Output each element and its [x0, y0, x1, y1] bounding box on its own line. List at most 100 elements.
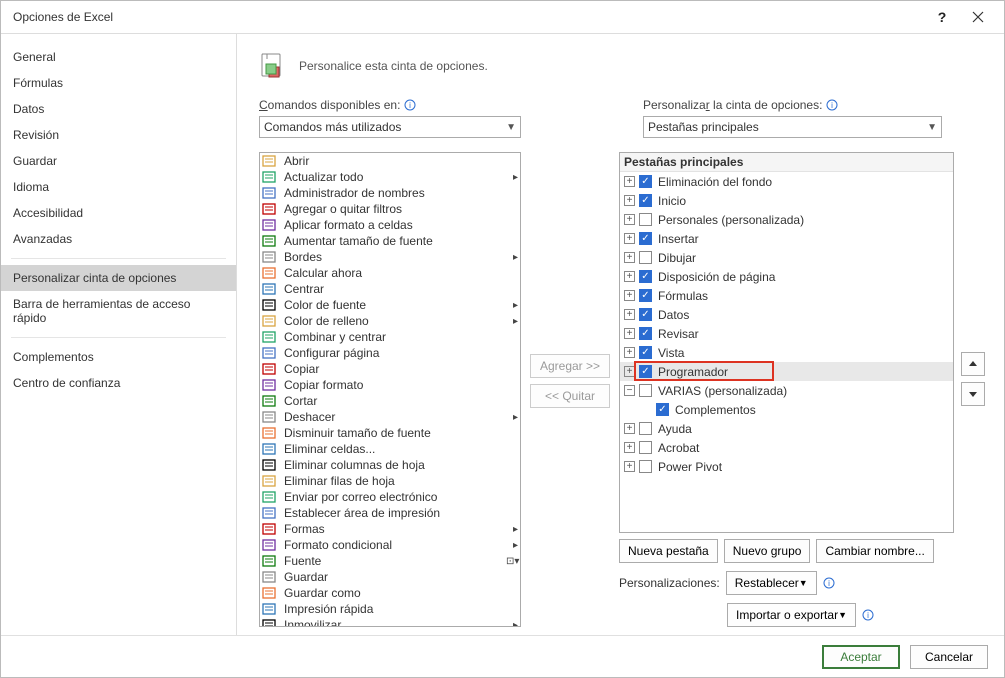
- command-item[interactable]: Cortar: [260, 393, 520, 409]
- checkbox[interactable]: [639, 270, 652, 283]
- expander-icon[interactable]: +: [624, 233, 635, 244]
- tree-item[interactable]: + Vista: [620, 343, 953, 362]
- tree-item[interactable]: + Inicio: [620, 191, 953, 210]
- tree-item[interactable]: + Fórmulas: [620, 286, 953, 305]
- checkbox[interactable]: [639, 365, 652, 378]
- info-icon[interactable]: i: [862, 609, 874, 621]
- sidebar-item[interactable]: Complementos: [1, 344, 236, 370]
- command-item[interactable]: Fuente ⊡▾: [260, 553, 520, 569]
- checkbox[interactable]: [639, 422, 652, 435]
- sidebar-item[interactable]: Guardar: [1, 148, 236, 174]
- command-item[interactable]: Enviar por correo electrónico: [260, 489, 520, 505]
- checkbox[interactable]: [639, 460, 652, 473]
- command-item[interactable]: Centrar: [260, 281, 520, 297]
- tree-item[interactable]: + Programador: [620, 362, 953, 381]
- checkbox[interactable]: [639, 232, 652, 245]
- command-item[interactable]: Combinar y centrar: [260, 329, 520, 345]
- expander-icon[interactable]: +: [624, 176, 635, 187]
- expander-icon[interactable]: +: [624, 214, 635, 225]
- command-item[interactable]: Deshacer ▸: [260, 409, 520, 425]
- tree-item[interactable]: + Dibujar: [620, 248, 953, 267]
- expander-icon[interactable]: +: [624, 252, 635, 263]
- command-item[interactable]: Configurar página: [260, 345, 520, 361]
- command-item[interactable]: Guardar: [260, 569, 520, 585]
- sidebar-item[interactable]: Personalizar cinta de opciones: [1, 265, 236, 291]
- tree-item[interactable]: + Revisar: [620, 324, 953, 343]
- expander-icon[interactable]: +: [624, 195, 635, 206]
- sidebar-item[interactable]: Datos: [1, 96, 236, 122]
- new-group-button[interactable]: Nuevo grupo: [724, 539, 811, 563]
- help-button[interactable]: ?: [924, 3, 960, 31]
- ribbon-tree[interactable]: Pestañas principales + Eliminación del f…: [619, 152, 954, 533]
- checkbox[interactable]: [639, 327, 652, 340]
- tree-item[interactable]: + Acrobat: [620, 438, 953, 457]
- tree-item[interactable]: + Personales (personalizada): [620, 210, 953, 229]
- expander-icon[interactable]: +: [624, 423, 635, 434]
- command-item[interactable]: Eliminar columnas de hoja: [260, 457, 520, 473]
- command-item[interactable]: Actualizar todo ▸: [260, 169, 520, 185]
- expander-icon[interactable]: +: [624, 366, 635, 377]
- tree-item-child[interactable]: Complementos: [620, 400, 953, 419]
- cancel-button[interactable]: Cancelar: [910, 645, 988, 669]
- sidebar-item[interactable]: Revisión: [1, 122, 236, 148]
- command-item[interactable]: Color de fuente ▸: [260, 297, 520, 313]
- command-item[interactable]: Aplicar formato a celdas: [260, 217, 520, 233]
- expander-icon[interactable]: +: [624, 461, 635, 472]
- checkbox[interactable]: [639, 213, 652, 226]
- command-item[interactable]: Color de relleno ▸: [260, 313, 520, 329]
- expander-icon[interactable]: +: [624, 290, 635, 301]
- command-item[interactable]: Guardar como: [260, 585, 520, 601]
- command-item[interactable]: Administrador de nombres: [260, 185, 520, 201]
- customize-ribbon-combo[interactable]: Pestañas principales ▼: [643, 116, 942, 138]
- import-export-button[interactable]: Importar o exportar ▼: [727, 603, 856, 627]
- rename-button[interactable]: Cambiar nombre...: [816, 539, 933, 563]
- command-item[interactable]: Inmovilizar ▸: [260, 617, 520, 627]
- command-item[interactable]: Abrir: [260, 153, 520, 169]
- info-icon[interactable]: i: [826, 99, 838, 111]
- command-item[interactable]: Aumentar tamaño de fuente: [260, 233, 520, 249]
- commands-from-combo[interactable]: Comandos más utilizados ▼: [259, 116, 521, 138]
- command-item[interactable]: Impresión rápida: [260, 601, 520, 617]
- sidebar-item[interactable]: Centro de confianza: [1, 370, 236, 396]
- info-icon[interactable]: i: [404, 99, 416, 111]
- commands-listbox[interactable]: Abrir Actualizar todo ▸ Administrador de…: [259, 152, 521, 627]
- command-item[interactable]: Establecer área de impresión: [260, 505, 520, 521]
- sidebar-item[interactable]: Accesibilidad: [1, 200, 236, 226]
- expander-icon[interactable]: +: [624, 309, 635, 320]
- command-item[interactable]: Disminuir tamaño de fuente: [260, 425, 520, 441]
- tree-item[interactable]: + Insertar: [620, 229, 953, 248]
- sidebar-item[interactable]: General: [1, 44, 236, 70]
- checkbox[interactable]: [656, 403, 669, 416]
- reset-button[interactable]: Restablecer ▼: [726, 571, 817, 595]
- checkbox[interactable]: [639, 308, 652, 321]
- expander-icon[interactable]: +: [624, 347, 635, 358]
- command-item[interactable]: Eliminar celdas...: [260, 441, 520, 457]
- checkbox[interactable]: [639, 289, 652, 302]
- sidebar-item[interactable]: Barra de herramientas de acceso rápido: [1, 291, 236, 331]
- sidebar-item[interactable]: Fórmulas: [1, 70, 236, 96]
- tree-item[interactable]: + Power Pivot: [620, 457, 953, 476]
- sidebar-item[interactable]: Avanzadas: [1, 226, 236, 252]
- expander-icon[interactable]: +: [624, 271, 635, 282]
- checkbox[interactable]: [639, 384, 652, 397]
- move-up-button[interactable]: [961, 352, 985, 376]
- remove-button[interactable]: << Quitar: [530, 384, 610, 408]
- command-item[interactable]: Copiar formato: [260, 377, 520, 393]
- expander-icon[interactable]: +: [624, 442, 635, 453]
- checkbox[interactable]: [639, 346, 652, 359]
- sidebar-item[interactable]: Idioma: [1, 174, 236, 200]
- tree-item[interactable]: + Eliminación del fondo: [620, 172, 953, 191]
- command-item[interactable]: Copiar: [260, 361, 520, 377]
- command-item[interactable]: Calcular ahora: [260, 265, 520, 281]
- close-button[interactable]: [960, 3, 996, 31]
- info-icon[interactable]: i: [823, 577, 835, 589]
- new-tab-button[interactable]: Nueva pestaña: [619, 539, 718, 563]
- checkbox[interactable]: [639, 441, 652, 454]
- checkbox[interactable]: [639, 251, 652, 264]
- command-item[interactable]: Eliminar filas de hoja: [260, 473, 520, 489]
- add-button[interactable]: Agregar >>: [530, 354, 610, 378]
- checkbox[interactable]: [639, 194, 652, 207]
- ok-button[interactable]: Aceptar: [822, 645, 900, 669]
- move-down-button[interactable]: [961, 382, 985, 406]
- command-item[interactable]: Agregar o quitar filtros: [260, 201, 520, 217]
